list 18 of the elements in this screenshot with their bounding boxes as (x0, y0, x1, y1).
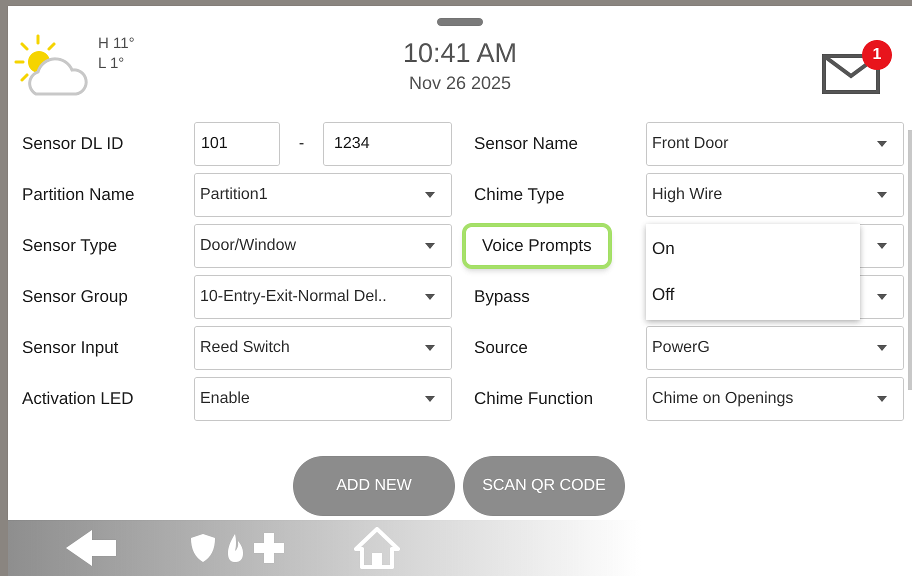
high-temperature: H 11° (98, 34, 135, 54)
low-temperature: L 1° (98, 54, 126, 74)
field-label: Sensor Type (21, 235, 118, 258)
field-label: Sensor Input (21, 337, 120, 360)
field-label: Source (473, 337, 529, 360)
field-label: Chime Type (473, 184, 566, 206)
field-label: Sensor Group (21, 286, 129, 308)
field-label: Sensor DL ID (21, 133, 124, 156)
clock-time: 10:41 AM (402, 37, 518, 70)
date-text: Nov 26 2025 (408, 72, 512, 95)
field-label: Voice Prompts (462, 223, 612, 269)
notification-badge: 1 (862, 40, 892, 70)
field-label: Chime Function (473, 388, 594, 410)
field-label: Activation LED (21, 388, 134, 410)
field-label: Bypass (473, 286, 531, 308)
separator-dash: - (298, 134, 306, 154)
field-label: Partition Name (21, 184, 136, 206)
field-label: Sensor Name (473, 133, 579, 156)
